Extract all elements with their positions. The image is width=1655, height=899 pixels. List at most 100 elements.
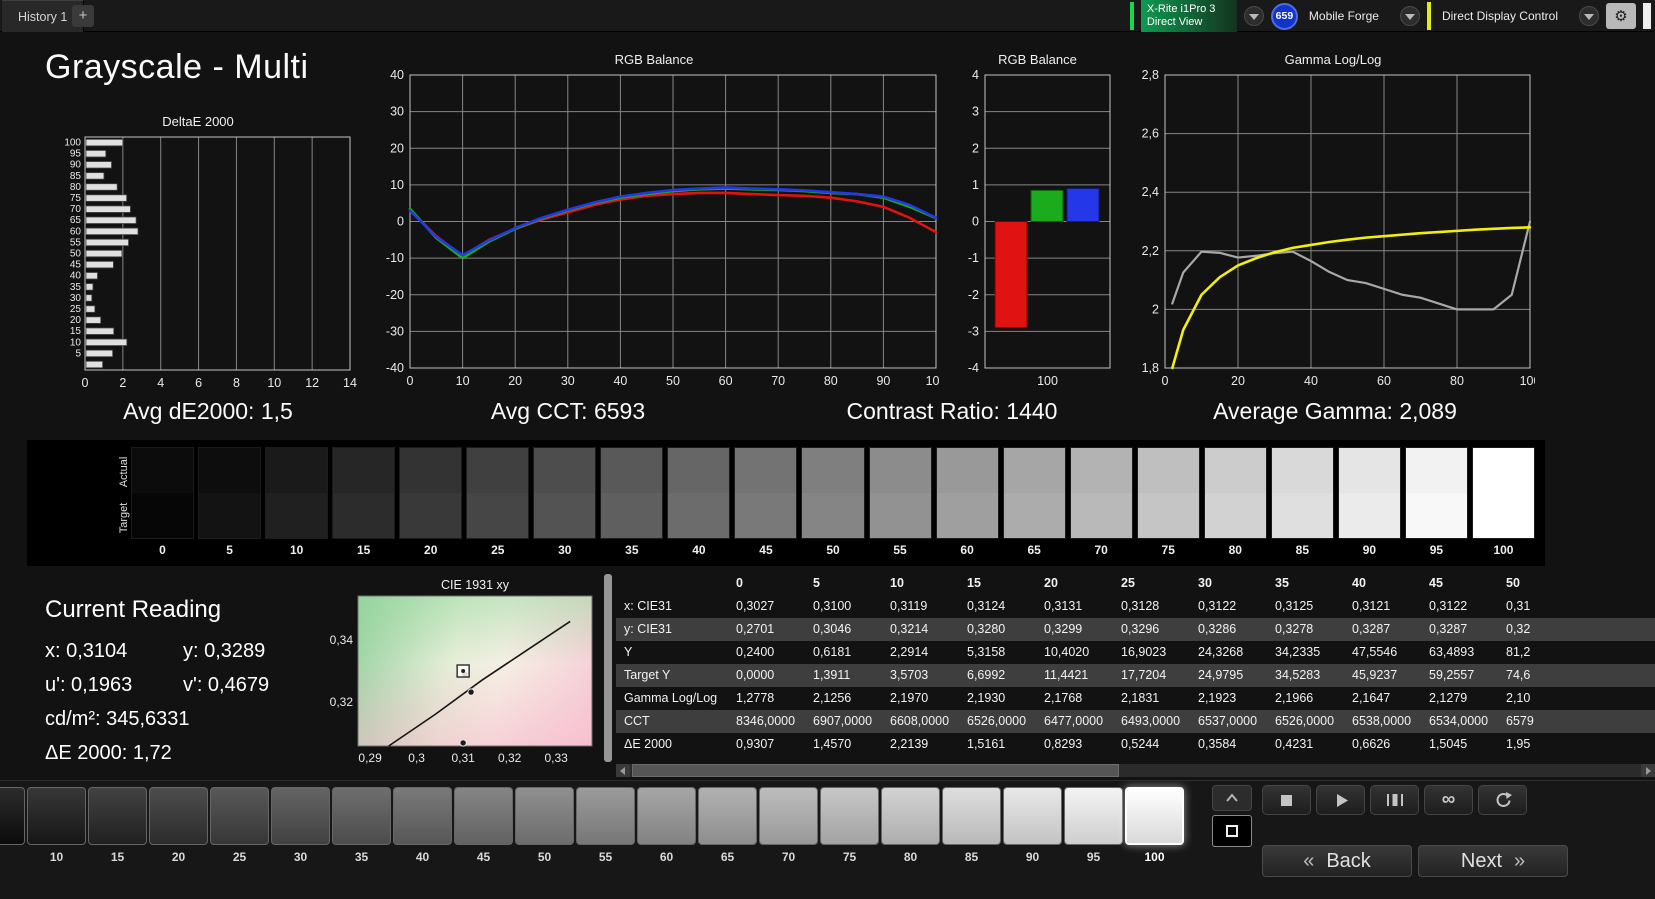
grayscale-patch-35 <box>600 447 664 539</box>
svg-text:0: 0 <box>972 215 979 229</box>
scroll-right-arrow[interactable] <box>1641 764 1655 777</box>
svg-text:30: 30 <box>70 293 82 304</box>
reset-icon <box>1496 792 1512 807</box>
table-row: Gamma Log/Log 1,2778 2,1256 2,1970 2,1930 2,1… <box>616 687 1655 710</box>
pattern-level-button-60[interactable]: 60 <box>637 787 696 864</box>
pattern-swatch <box>637 787 696 845</box>
pattern-swatch <box>942 787 1001 845</box>
back-chevron-icon: « <box>1303 849 1315 872</box>
pattern-level-button-65[interactable]: 65 <box>698 787 757 864</box>
pattern-level-label: 75 <box>842 850 857 864</box>
table-cell: 0,0000 <box>736 668 775 682</box>
strip-level-label: 100 <box>1493 543 1514 557</box>
table-vertical-scrollbar[interactable] <box>604 574 612 762</box>
table-cell: 0,3027 <box>736 599 775 613</box>
table-cell: 0,3128 <box>1121 599 1160 613</box>
pattern-level-button-40[interactable]: 40 <box>393 787 452 864</box>
pattern-level-button-10[interactable]: 10 <box>27 787 86 864</box>
svg-text:2: 2 <box>119 376 126 390</box>
pattern-swatch <box>1064 787 1123 845</box>
svg-text:4: 4 <box>157 376 164 390</box>
pattern-swatch <box>698 787 757 845</box>
chevron-down-icon[interactable] <box>1243 6 1264 26</box>
current-reading-title: Current Reading <box>45 596 222 623</box>
pattern-level-button-75[interactable]: 75 <box>820 787 879 864</box>
svg-text:30: 30 <box>390 105 404 119</box>
svg-text:10: 10 <box>456 374 470 388</box>
settings-button[interactable]: ⚙ <box>1606 3 1636 29</box>
current-reading-panel: Current Reading x: 0,3104 y: 0,3289 u': … <box>45 596 350 776</box>
grayscale-patch-75 <box>1136 447 1200 539</box>
pattern-level-button-90[interactable]: 90 <box>1003 787 1062 864</box>
pattern-level-label: 100 <box>1144 850 1165 864</box>
pattern-swatch <box>881 787 940 845</box>
svg-text:60: 60 <box>719 374 733 388</box>
table-cell: 0,3278 <box>1275 622 1314 636</box>
table-cell: 6493,0000 <box>1121 714 1181 728</box>
strip-level-label: 60 <box>960 543 974 557</box>
table-horizontal-scrollbar[interactable] <box>616 764 1655 777</box>
svg-text:0,3: 0,3 <box>408 751 425 765</box>
chevron-down-icon[interactable] <box>1579 6 1599 26</box>
pattern-level-button-70[interactable]: 70 <box>759 787 818 864</box>
pattern-level-label: 85 <box>964 850 979 864</box>
pattern-level-button-25[interactable]: 25 <box>210 787 269 864</box>
pattern-level-button-20[interactable]: 20 <box>149 787 208 864</box>
pattern-level-button-30[interactable]: 30 <box>271 787 330 864</box>
pattern-level-button-85[interactable]: 85 <box>942 787 1001 864</box>
pattern-level-button-5[interactable]: 5 <box>0 787 25 864</box>
grayscale-patch-0 <box>131 447 195 539</box>
svg-text:100: 100 <box>1520 374 1535 388</box>
chevron-up-icon <box>1226 793 1238 802</box>
svg-text:50: 50 <box>70 249 82 260</box>
pattern-level-label: 80 <box>903 850 918 864</box>
scroll-left-arrow[interactable] <box>616 764 630 777</box>
table-cell: 45,9237 <box>1352 668 1398 682</box>
pattern-level-button-55[interactable]: 55 <box>576 787 635 864</box>
grayscale-patch-40 <box>667 447 731 539</box>
table-row-label: x: CIE31 <box>624 599 672 613</box>
pattern-level-button-15[interactable]: 15 <box>88 787 147 864</box>
add-tab-button[interactable]: + <box>72 5 94 27</box>
pattern-level-button-100[interactable]: 100 <box>1125 787 1184 864</box>
table-cell: 0,32 <box>1506 622 1531 636</box>
display-control-select[interactable]: Direct Display Control <box>1438 9 1572 23</box>
grayscale-patch-65 <box>1002 447 1066 539</box>
deltae-chart: 0 2 4 6 8 10 12 1451015202530354045505560657075… <box>64 136 357 390</box>
svg-text:0,31: 0,31 <box>451 751 475 765</box>
meter-select[interactable]: X-Rite i1Pro 3 Direct View <box>1140 0 1237 32</box>
pattern-level-label: 35 <box>354 850 369 864</box>
pattern-level-button-50[interactable]: 50 <box>515 787 574 864</box>
table-cell: 63,4893 <box>1429 645 1475 659</box>
continuous-loop-button[interactable]: ∞ <box>1424 785 1473 815</box>
table-cell: 0,4231 <box>1275 737 1314 751</box>
next-chevron-icon: » <box>1514 849 1526 872</box>
single-measure-button[interactable] <box>1370 785 1419 815</box>
svg-text:-30: -30 <box>386 324 404 338</box>
pattern-level-button-35[interactable]: 35 <box>332 787 391 864</box>
pattern-level-button-80[interactable]: 80 <box>881 787 940 864</box>
strip-level-label: 55 <box>893 543 907 557</box>
strip-level-label: 65 <box>1027 543 1041 557</box>
pattern-swatch <box>149 787 208 845</box>
reset-button[interactable] <box>1478 785 1527 815</box>
table-cell: 6534,0000 <box>1429 714 1489 728</box>
pattern-level-button-95[interactable]: 95 <box>1064 787 1123 864</box>
reading-deltae: ΔE 2000: 1,72 <box>45 742 172 764</box>
back-button[interactable]: « Back <box>1262 845 1412 877</box>
rgb-balance-bar-chart: 4 3 2 1 0 -1 -2 -3 -4 100 <box>968 68 1111 388</box>
actual-label: Actual <box>118 456 130 488</box>
scroll-thumb[interactable] <box>632 764 1119 777</box>
pattern-source-select[interactable]: Mobile Forge <box>1305 9 1393 23</box>
play-button[interactable] <box>1316 785 1365 815</box>
stop-button[interactable] <box>1262 785 1311 815</box>
next-button[interactable]: Next » <box>1418 845 1568 877</box>
grayscale-patch-95 <box>1404 447 1468 539</box>
pattern-level-button-45[interactable]: 45 <box>454 787 513 864</box>
pattern-scroll-up-button[interactable] <box>1212 785 1252 811</box>
strip-level-label: 35 <box>625 543 639 557</box>
chevron-down-icon[interactable] <box>1399 6 1420 26</box>
pattern-window-button[interactable] <box>1212 815 1252 847</box>
pattern-level-label: 65 <box>720 850 735 864</box>
table-cell: 0,3122 <box>1198 599 1237 613</box>
